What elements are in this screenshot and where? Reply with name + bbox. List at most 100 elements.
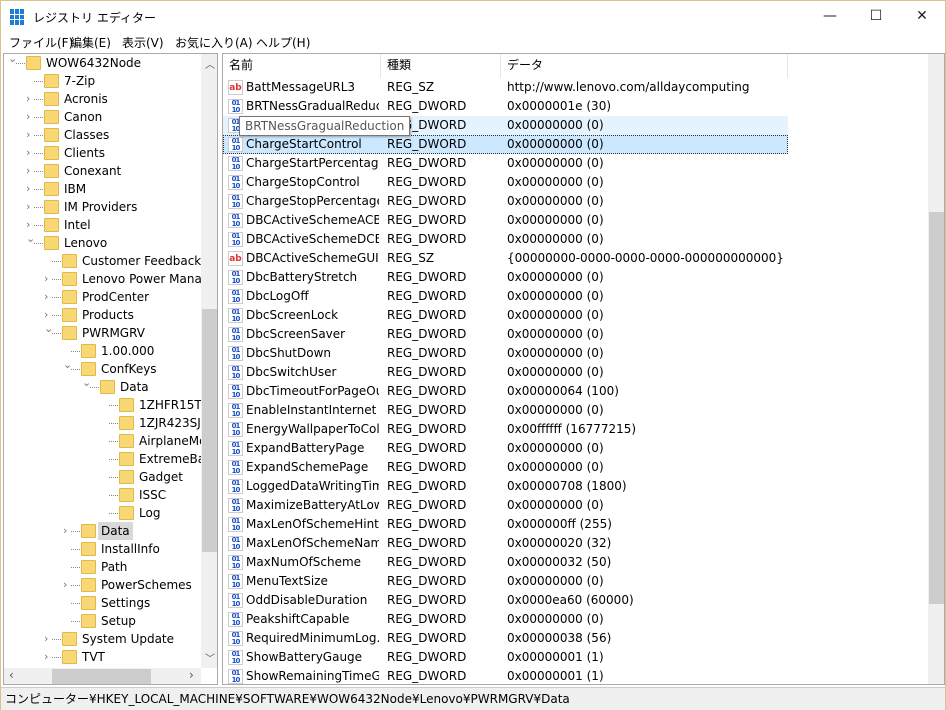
value-row[interactable]: 01 10 EnergyWallpaperToColor REG_DWORD 0x00f… <box>223 420 929 439</box>
expand-chevron-icon[interactable]: › <box>44 306 48 324</box>
tree-item[interactable]: 1ZJR423SJM <box>4 414 211 432</box>
tree-item[interactable]: ⌄ Lenovo <box>4 232 200 252</box>
tree-hscroll-thumb[interactable] <box>52 669 151 684</box>
column-name[interactable]: 名前 <box>223 54 381 78</box>
expand-chevron-icon[interactable]: › <box>44 288 48 306</box>
list-scroll-thumb[interactable] <box>929 212 944 604</box>
tree-item[interactable]: › Conexant <box>4 162 200 180</box>
value-row[interactable]: 01 10 EnableInstantInternet REG_DWORD 0x0000… <box>223 401 929 420</box>
tree-item[interactable]: ⌄ ConfKeys <box>4 358 200 378</box>
tree-item[interactable]: 1.00.000 <box>4 342 200 360</box>
scroll-right-arrow-icon[interactable]: › <box>189 668 194 682</box>
tree-item[interactable]: › Acronis <box>4 90 200 108</box>
scroll-up-arrow-icon[interactable]: ︿ <box>205 56 215 71</box>
value-row[interactable]: ab DBCActiveSchemeGUID REG_SZ {00000000-000… <box>223 249 929 268</box>
close-button[interactable]: ✕ <box>899 1 945 32</box>
value-row[interactable]: 01 10 DbcBatteryStretch REG_DWORD 0x00000000… <box>223 268 929 287</box>
tree-item[interactable]: Setup <box>4 612 200 630</box>
value-row[interactable]: 01 10 ExpandBatteryPage REG_DWORD 0x00000000… <box>223 439 929 458</box>
tree-item[interactable]: › Classes <box>4 126 200 144</box>
tree-item[interactable]: AirplaneMode <box>4 432 217 450</box>
tree-item[interactable]: ExtremeBattery <box>4 450 217 468</box>
value-row[interactable]: 01 10 ChargeStopControl REG_DWORD 0x00000000… <box>223 173 929 192</box>
collapse-chevron-icon[interactable]: ⌄ <box>8 54 17 68</box>
tree-item[interactable]: InstallInfo <box>4 540 200 558</box>
value-row[interactable]: 01 10 DbcLogOff REG_DWORD 0x00000000 (0) <box>223 287 929 306</box>
menu-file[interactable]: ファイル(F) <box>9 34 73 51</box>
tree-item[interactable]: › Canon <box>4 108 200 126</box>
expand-chevron-icon[interactable]: › <box>26 90 30 108</box>
value-row[interactable]: 01 10 DbcSwitchUser REG_DWORD 0x00000000 (0) <box>223 363 929 382</box>
expand-chevron-icon[interactable]: › <box>44 270 48 288</box>
tree-item[interactable]: Gadget <box>4 468 200 486</box>
tree-item[interactable]: ISSC <box>4 486 200 504</box>
column-data[interactable]: データ <box>501 54 788 78</box>
value-row[interactable]: 01 10 MaxLenOfSchemeHint REG_DWORD 0x000000f… <box>223 515 929 534</box>
tree-item[interactable]: › Clients <box>4 144 200 162</box>
tree-item[interactable]: › Intel <box>4 216 200 234</box>
tree-item[interactable]: › IM Providers <box>4 198 200 216</box>
tree-item[interactable]: › PowerSchemes <box>4 576 200 594</box>
menu-edit[interactable]: 編集(E) <box>70 34 111 51</box>
maximize-button[interactable]: ☐ <box>853 1 899 32</box>
expand-chevron-icon[interactable]: › <box>26 216 30 234</box>
tree-item[interactable]: Customer Feedback <box>4 252 201 270</box>
expand-chevron-icon[interactable]: › <box>26 162 30 180</box>
value-row[interactable]: 0110DBCActiveSchemeDCBr... REG_DWORD 0x000… <box>223 230 929 249</box>
menu-help[interactable]: ヘルプ(H) <box>256 34 310 51</box>
expand-chevron-icon[interactable]: › <box>63 522 67 540</box>
expand-chevron-icon[interactable]: › <box>26 144 30 162</box>
value-row[interactable]: 01 10 MenuTextSize REG_DWORD 0x00000000 (0) <box>223 572 929 591</box>
tree-item[interactable]: 7-Zip <box>4 72 200 90</box>
expand-chevron-icon[interactable]: › <box>26 108 30 126</box>
value-row[interactable]: 0110BRTNessGradualReduc... REG_DWORD 0x000… <box>223 97 929 116</box>
value-row[interactable]: 0110DBCActiveSchemeACBr... REG_DWORD 0x000… <box>223 211 929 230</box>
tree-item[interactable]: Settings <box>4 594 200 612</box>
tree-item[interactable]: › IBM <box>4 180 200 198</box>
value-row[interactable]: 01 10 MaximizeBatteryAtLow REG_DWORD 0x00000… <box>223 496 929 515</box>
tree-item[interactable]: 1ZHFR15TLT <box>4 396 214 414</box>
scroll-left-arrow-icon[interactable]: ‹ <box>9 668 14 682</box>
value-row[interactable]: 01 10 OddDisableDuration REG_DWORD 0x0000ea6… <box>223 591 929 610</box>
minimize-button[interactable]: — <box>807 1 853 32</box>
value-row[interactable]: 01 10 ChargeStartPercentage REG_DWORD 0x0000… <box>223 154 929 173</box>
tree-item[interactable]: Path <box>4 558 200 576</box>
scroll-down-arrow-icon[interactable]: ﹀ <box>205 650 215 665</box>
value-row[interactable]: 01 10 MaxNumOfScheme REG_DWORD 0x00000032 (5… <box>223 553 929 572</box>
menu-favorites[interactable]: お気に入り(A) <box>175 34 253 51</box>
column-type[interactable]: 種類 <box>381 54 501 78</box>
value-list[interactable]: 名前 種類 データ ab BattMessageURL3 REG_SZ http://… <box>222 53 945 685</box>
tree-item[interactable]: › ProdCenter <box>4 288 200 306</box>
menu-view[interactable]: 表示(V) <box>122 34 164 51</box>
expand-chevron-icon[interactable]: › <box>63 576 67 594</box>
tree-item[interactable]: › Lenovo Power Manage <box>4 270 217 288</box>
expand-chevron-icon[interactable]: › <box>26 198 30 216</box>
tree-item[interactable]: › Data <box>4 522 200 540</box>
value-row[interactable]: 01 10 ExpandSchemePage REG_DWORD 0x00000000 … <box>223 458 929 477</box>
key-tree[interactable]: › TVT › System Update Setup Settings › PowerSch… <box>3 53 218 685</box>
expand-chevron-icon[interactable]: › <box>44 630 48 648</box>
tree-item[interactable]: ⌄ PWRMGRV <box>4 322 200 342</box>
value-row[interactable]: 01 10 DbcShutDown REG_DWORD 0x00000000 (0) <box>223 344 929 363</box>
value-row[interactable]: ab BattMessageURL3 REG_SZ http://www.lenovo… <box>223 78 929 97</box>
value-row[interactable]: 01 10 ChargeStopPercentage REG_DWORD 0x00000… <box>223 192 929 211</box>
value-row[interactable]: 01 10 RequiredMinimumLog... REG_DWORD 0x0000… <box>223 629 929 648</box>
tree-item[interactable]: › TVT <box>4 648 200 666</box>
tree-item[interactable]: ⌄ Data <box>4 376 200 396</box>
tree-item[interactable]: › Products <box>4 306 200 324</box>
value-row[interactable]: 01 10 PeakshiftCapable REG_DWORD 0x00000000 … <box>223 610 929 629</box>
value-row[interactable]: 01 10 DbcScreenLock REG_DWORD 0x00000000 (0) <box>223 306 929 325</box>
value-row[interactable]: 01 10 ChargeStartControl REG_DWORD 0x0000000… <box>223 135 788 154</box>
tree-item[interactable]: ⌄ WOW6432Node <box>4 54 200 72</box>
value-row[interactable]: 01 10 DbcTimeoutForPageOut REG_DWORD 0x00000… <box>223 382 929 401</box>
tree-item[interactable]: Log <box>4 504 200 522</box>
value-row[interactable]: 01 10 DbcScreenSaver REG_DWORD 0x00000000 (0… <box>223 325 929 344</box>
value-row[interactable]: 01 10 ShowRemainingTimeG... REG_DWORD 0x0000… <box>223 667 929 684</box>
value-row[interactable]: 01 10 MaxLenOfSchemeName REG_DWORD 0x0000002… <box>223 534 929 553</box>
expand-chevron-icon[interactable]: › <box>26 180 30 198</box>
tree-scroll-thumb[interactable] <box>202 309 217 552</box>
value-row[interactable]: 01 10 ShowBatteryGauge REG_DWORD 0x00000001 … <box>223 648 929 667</box>
value-row[interactable]: 0110LoggedDataWritingTim... REG_DWORD 0x00… <box>223 477 929 496</box>
expand-chevron-icon[interactable]: › <box>44 648 48 666</box>
expand-chevron-icon[interactable]: › <box>26 126 30 144</box>
